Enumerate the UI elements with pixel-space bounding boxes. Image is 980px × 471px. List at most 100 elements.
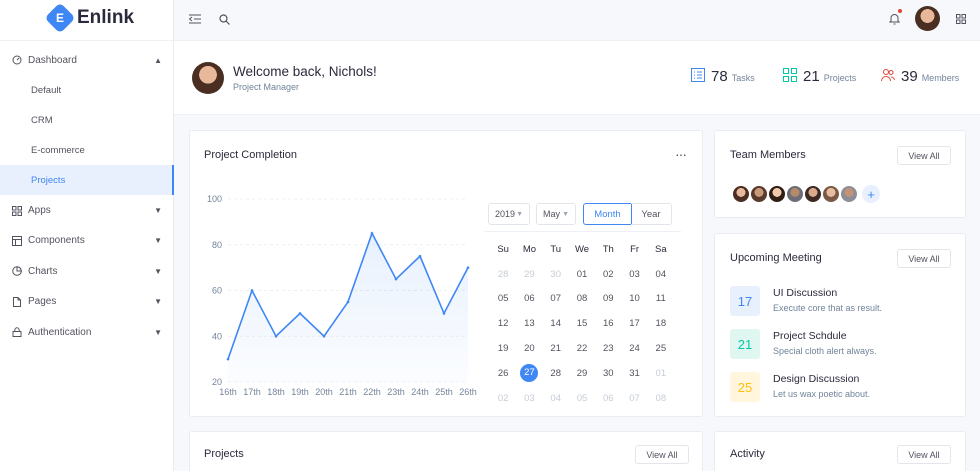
calendar-day[interactable]: 05 xyxy=(569,393,595,404)
search-icon[interactable] xyxy=(216,11,232,27)
calendar-day-label: 04 xyxy=(655,268,667,280)
brand-logo[interactable]: E Enlink xyxy=(44,2,134,34)
avatar[interactable] xyxy=(821,184,841,204)
calendar-day[interactable]: 30 xyxy=(543,269,569,280)
sidebar-item-pages[interactable]: Pages ▼ xyxy=(0,287,174,317)
meeting-subtitle: Special cloth alert always. xyxy=(773,346,877,356)
calendar-day-label: 19 xyxy=(497,343,509,355)
calendar-day[interactable]: 28 xyxy=(543,368,569,379)
calendar-day[interactable]: 29 xyxy=(569,368,595,379)
year-select[interactable]: 2019 ▼ xyxy=(488,203,530,225)
calendar-day[interactable]: 04 xyxy=(648,269,674,280)
more-icon[interactable]: ··· xyxy=(675,146,687,162)
calendar-day[interactable]: 21 xyxy=(543,343,569,354)
year-toggle[interactable]: Year xyxy=(631,203,672,225)
sidebar-item-components[interactable]: Components ▼ xyxy=(0,226,174,256)
month-select[interactable]: May ▼ xyxy=(536,203,576,225)
sidebar-item-charts[interactable]: Charts ▼ xyxy=(0,256,174,286)
calendar-day[interactable]: 24 xyxy=(621,343,647,354)
data-point xyxy=(418,254,422,258)
calendar-day[interactable]: 10 xyxy=(621,293,647,304)
calendar-week-row: 05 06 07 08 09 10 11 xyxy=(490,287,674,312)
avatar[interactable] xyxy=(767,184,787,204)
calendar-day[interactable]: 30 xyxy=(595,368,621,379)
sidebar-item-apps[interactable]: Apps ▼ xyxy=(0,195,174,225)
calendar-day[interactable]: 07 xyxy=(543,293,569,304)
calendar-day[interactable]: 01 xyxy=(648,368,674,379)
menu-fold-icon[interactable] xyxy=(187,11,203,27)
weekday-label: Th xyxy=(602,243,614,255)
calendar-day[interactable]: 13 xyxy=(516,318,542,329)
calendar-day[interactable]: 16 xyxy=(595,318,621,329)
calendar-day-selected[interactable]: 27 xyxy=(516,364,542,383)
apps-icon xyxy=(12,205,22,216)
sidebar-subitem-e-commerce[interactable]: E-commerce xyxy=(0,135,174,165)
meeting-item[interactable]: 21 Project Schdule Special cloth alert alw… xyxy=(730,329,877,359)
meetings-view-all-button[interactable]: View All xyxy=(897,249,951,268)
calendar-day-label: 18 xyxy=(655,318,667,330)
lock-icon xyxy=(12,327,22,338)
sidebar-item-authentication[interactable]: Authentication ▼ xyxy=(0,317,174,347)
month-toggle[interactable]: Month xyxy=(583,203,632,225)
calendar-day[interactable]: 18 xyxy=(648,318,674,329)
avatar[interactable] xyxy=(749,184,769,204)
calendar-day[interactable]: 12 xyxy=(490,318,516,329)
stat-members: 39 Members xyxy=(881,68,959,85)
bell-icon[interactable] xyxy=(886,9,902,27)
calendar-day[interactable]: 11 xyxy=(648,293,674,304)
avatar[interactable] xyxy=(839,184,859,204)
calendar-day[interactable]: 01 xyxy=(569,269,595,280)
meeting-item[interactable]: 17 UI Discussion Execute core that as resu… xyxy=(730,286,882,316)
calendar-day[interactable]: 17 xyxy=(621,318,647,329)
calendar-day[interactable]: 23 xyxy=(595,343,621,354)
avatar[interactable] xyxy=(803,184,823,204)
calendar-day[interactable]: 15 xyxy=(569,318,595,329)
calendar-day-label: 13 xyxy=(524,318,535,330)
calendar-day[interactable]: 08 xyxy=(569,293,595,304)
calendar-day[interactable]: 08 xyxy=(648,393,674,404)
avatar[interactable] xyxy=(731,184,751,204)
activity-view-all-button[interactable]: View All xyxy=(897,445,951,464)
x-tick-label: 23th xyxy=(387,387,405,397)
calendar-day[interactable]: 06 xyxy=(516,293,542,304)
sidebar-subitem-default[interactable]: Default xyxy=(0,75,174,105)
calendar-day[interactable]: 04 xyxy=(543,393,569,404)
welcome-bar: Welcome back, Nichols! Project Manager 7… xyxy=(174,41,980,115)
calendar-day[interactable]: 06 xyxy=(595,393,621,404)
x-tick-label: 19th xyxy=(291,387,309,397)
meeting-subtitle: Execute core that as result. xyxy=(773,303,883,313)
calendar-day[interactable]: 20 xyxy=(516,343,542,354)
calendar-day[interactable]: 31 xyxy=(621,368,647,379)
user-avatar[interactable] xyxy=(915,6,940,31)
calendar-day[interactable]: 26 xyxy=(490,368,516,379)
calendar-day[interactable]: 25 xyxy=(648,343,674,354)
calendar-day[interactable]: 28 xyxy=(490,269,516,280)
team-view-all-button[interactable]: View All xyxy=(897,146,951,165)
calendar-week-row: 28 29 30 01 02 03 04 xyxy=(490,262,674,287)
meeting-item[interactable]: 25 Design Discussion Let us wax poetic abo… xyxy=(730,372,870,402)
sidebar-subitem-projects[interactable]: Projects xyxy=(0,165,174,196)
calendar-day[interactable]: 22 xyxy=(569,343,595,354)
sidebar-subitem-crm[interactable]: CRM xyxy=(0,105,174,135)
calendar-day[interactable]: 05 xyxy=(490,293,516,304)
calendar-day[interactable]: 19 xyxy=(490,343,516,354)
calendar-day[interactable]: 29 xyxy=(516,269,542,280)
chevron-down-icon: ▼ xyxy=(154,327,162,337)
calendar-day[interactable]: 03 xyxy=(621,269,647,280)
calendar-day[interactable]: 02 xyxy=(595,269,621,280)
calendar-day-label: 03 xyxy=(629,268,640,280)
calendar-day[interactable]: 14 xyxy=(543,318,569,329)
series-area xyxy=(228,233,468,382)
projects-view-all-button[interactable]: View All xyxy=(635,445,689,464)
add-member-button[interactable]: + xyxy=(862,185,880,203)
calendar-day[interactable]: 09 xyxy=(595,293,621,304)
avatar[interactable] xyxy=(785,184,805,204)
sidebar-item-dashboard[interactable]: Dashboard ▲ xyxy=(0,45,174,75)
x-tick-label: 26th xyxy=(459,387,477,397)
apps-grid-icon[interactable] xyxy=(953,11,969,27)
calendar-day[interactable]: 02 xyxy=(490,393,516,404)
team-avatars: + xyxy=(731,184,880,204)
calendar-day[interactable]: 07 xyxy=(621,393,647,404)
data-point xyxy=(346,300,350,304)
calendar-day[interactable]: 03 xyxy=(516,393,542,404)
